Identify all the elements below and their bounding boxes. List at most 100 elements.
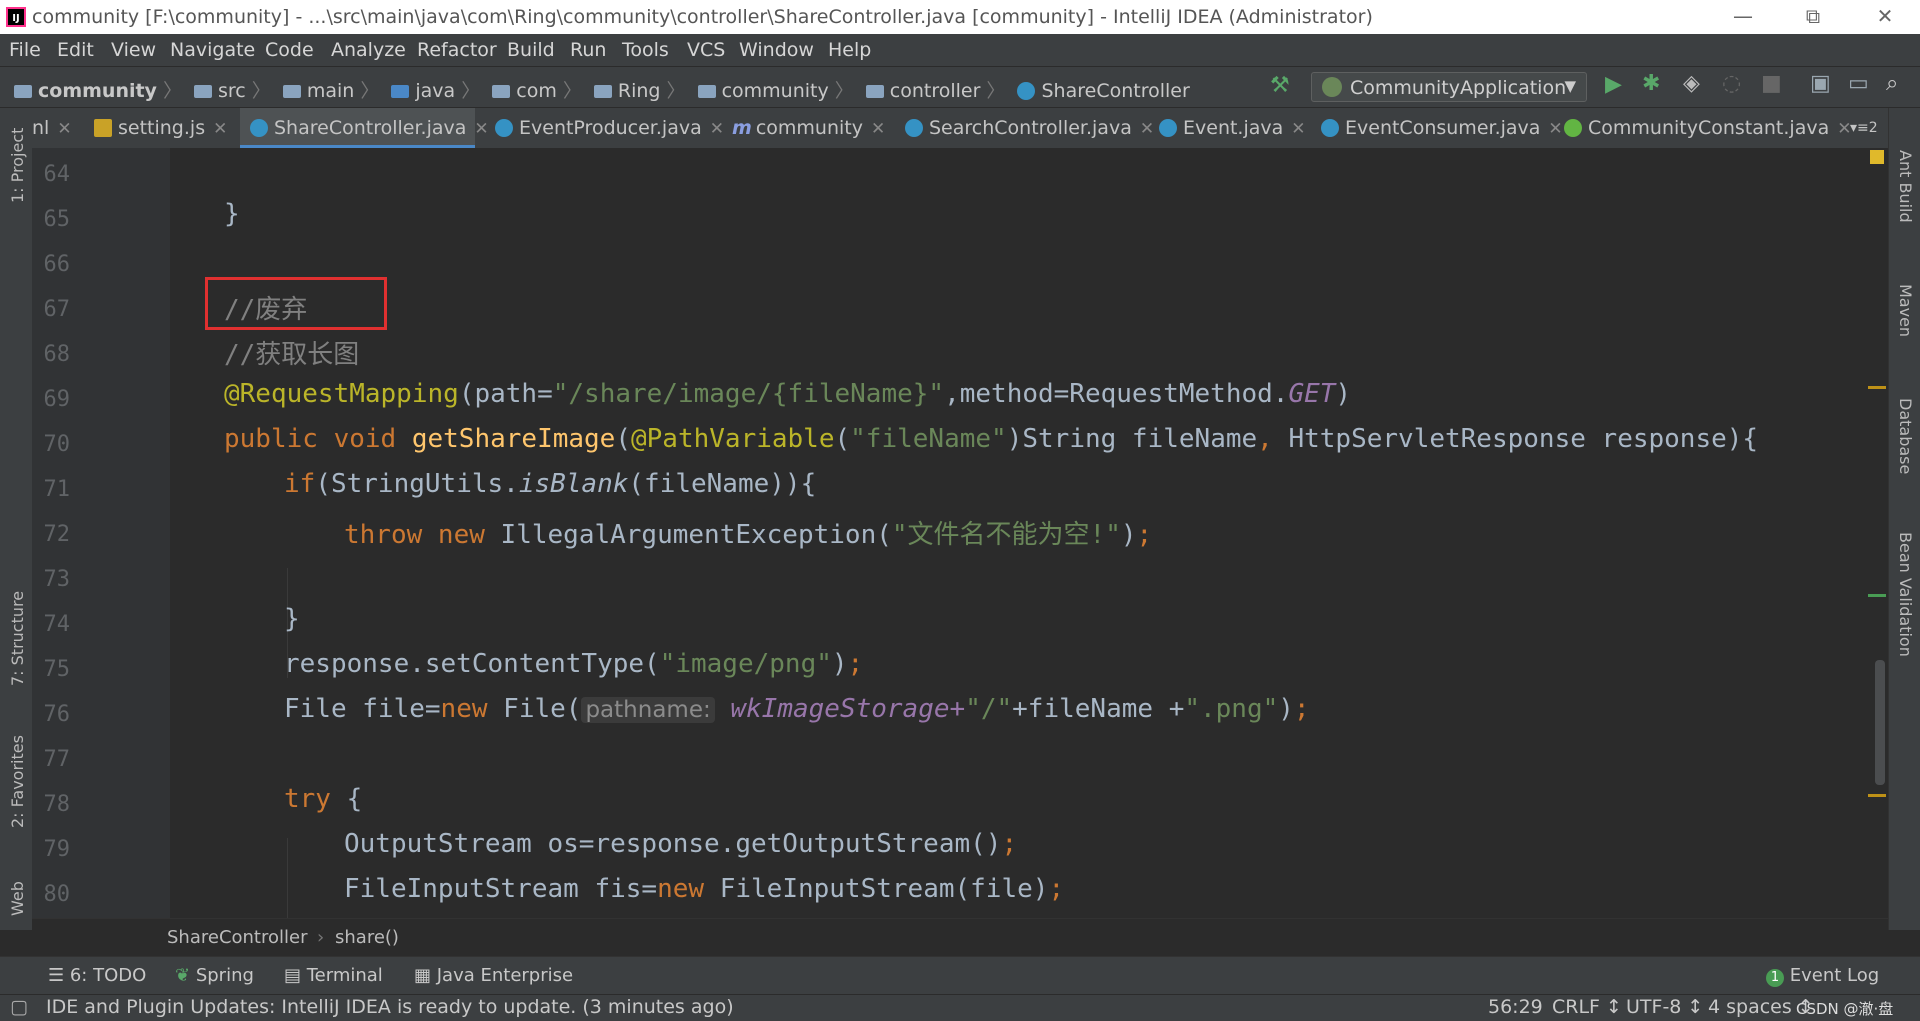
- breadcrumb-item-controller[interactable]: controller: [890, 80, 981, 102]
- close-icon[interactable]: ✕: [710, 119, 724, 139]
- tab-community[interactable]: m community ✕: [732, 108, 885, 148]
- code-line-76: File file=new File(pathname: wkImageStor…: [284, 694, 1310, 724]
- file-encoding[interactable]: UTF-8 ↕: [1626, 996, 1703, 1018]
- tab-sharecontroller[interactable]: ShareController.java ✕: [240, 108, 489, 148]
- close-button[interactable]: ✕: [1850, 0, 1920, 34]
- line-number: 65: [43, 207, 71, 232]
- class-icon: [1321, 119, 1339, 137]
- class-icon: [905, 119, 923, 137]
- chevron-down-icon: ▼: [1564, 77, 1576, 95]
- tool-project[interactable]: 1: Project: [8, 128, 27, 203]
- tool-todo[interactable]: ☰ 6: TODO: [48, 965, 146, 986]
- close-icon[interactable]: ✕: [1140, 119, 1154, 139]
- search-icon[interactable]: ⌕: [1886, 71, 1898, 96]
- coverage-icon[interactable]: ◈: [1683, 71, 1700, 96]
- breadcrumb-item-src[interactable]: src: [218, 80, 246, 102]
- tabs-overflow-button[interactable]: ▾≡2: [1850, 108, 1878, 148]
- menu-navigate[interactable]: Navigate: [170, 39, 255, 61]
- close-icon[interactable]: ✕: [213, 119, 227, 139]
- line-separator[interactable]: CRLF ↕: [1552, 996, 1622, 1018]
- tool-terminal[interactable]: ▤ Terminal: [284, 965, 383, 986]
- line-number: 69: [43, 387, 71, 412]
- breadcrumb-item-main[interactable]: main: [307, 80, 354, 102]
- tool-java-enterprise[interactable]: ▦ Java Enterprise: [414, 965, 573, 986]
- menu-analyze[interactable]: Analyze: [331, 39, 406, 61]
- project-structure-icon[interactable]: ▣: [1810, 71, 1831, 96]
- tool-structure[interactable]: 7: Structure: [8, 591, 27, 686]
- menu-code[interactable]: Code: [265, 39, 314, 61]
- breadcrumb-item-ring[interactable]: Ring: [618, 80, 661, 102]
- toggle-tool-windows-icon[interactable]: ▢: [10, 996, 28, 1018]
- interface-icon: [1564, 119, 1582, 137]
- breadcrumb-item-community[interactable]: community: [38, 80, 157, 102]
- tab-searchcontroller[interactable]: SearchController.java ✕: [905, 108, 1154, 148]
- close-icon[interactable]: ✕: [57, 119, 71, 139]
- tool-bean-validation[interactable]: Bean Validation: [1896, 532, 1915, 657]
- warning-indicator-icon[interactable]: [1870, 150, 1884, 164]
- code-line-69: @RequestMapping(path="/share/image/{file…: [224, 379, 1352, 409]
- breadcrumb-class[interactable]: ShareController: [167, 927, 307, 948]
- line-number: 74: [43, 612, 71, 637]
- menu-file[interactable]: File: [9, 39, 41, 61]
- tab-event[interactable]: Event.java ✕: [1159, 108, 1306, 148]
- build-hammer-icon[interactable]: ⚒: [1270, 73, 1290, 98]
- close-icon[interactable]: ✕: [474, 119, 488, 139]
- error-stripe-mark[interactable]: [1868, 594, 1886, 597]
- menu-vcs[interactable]: VCS: [687, 39, 725, 61]
- code-line-71: if(StringUtils.isBlank(fileName)){: [284, 469, 817, 499]
- presentation-icon[interactable]: ▭: [1848, 71, 1869, 96]
- class-icon: [495, 119, 513, 137]
- vertical-scrollbar[interactable]: [1875, 660, 1885, 785]
- tool-favorites[interactable]: 2: Favorites: [8, 735, 27, 828]
- line-number: 68: [43, 342, 71, 367]
- menu-help[interactable]: Help: [828, 39, 871, 61]
- tool-maven[interactable]: Maven: [1896, 284, 1915, 337]
- breadcrumb-item-com[interactable]: com: [516, 80, 557, 102]
- restore-button[interactable]: ⧉: [1778, 0, 1848, 34]
- code-line-70: public void getShareImage(@PathVariable(…: [224, 424, 1759, 454]
- status-message[interactable]: IDE and Plugin Updates: IntelliJ IDEA is…: [46, 996, 734, 1018]
- package-icon: [865, 85, 884, 98]
- minimize-button[interactable]: —: [1708, 0, 1778, 34]
- breadcrumb-item-java[interactable]: java: [415, 80, 455, 102]
- folder-icon: [194, 85, 213, 98]
- menu-build[interactable]: Build: [507, 39, 555, 61]
- stop-icon[interactable]: ■: [1761, 71, 1782, 96]
- debug-icon[interactable]: ✱: [1642, 71, 1660, 96]
- tool-spring[interactable]: ❦ Spring: [175, 965, 254, 986]
- tab-nl[interactable]: nl ✕: [32, 108, 80, 148]
- code-line-79: OutputStream os=response.getOutputStream…: [344, 829, 1018, 859]
- code-editor[interactable]: } //废弃 //获取长图 @RequestMapping(path="/sha…: [170, 148, 1888, 918]
- java-enterprise-icon: ▦: [414, 965, 437, 986]
- title-bar: IJ community [F:\community] - ...\src\ma…: [0, 0, 1920, 34]
- editor-tab-bar: nl ✕ setting.js ✕ ShareController.java ✕ Ev…: [32, 108, 1888, 149]
- run-icon[interactable]: ▶: [1605, 72, 1622, 97]
- menu-run[interactable]: Run: [570, 39, 606, 61]
- package-icon: [492, 85, 511, 98]
- tool-database[interactable]: Database: [1896, 398, 1915, 474]
- tool-event-log[interactable]: 1 Event Log: [1766, 965, 1879, 987]
- bottom-tool-bar: ☰ 6: TODO ❦ Spring ▤ Terminal ▦ Java Ent…: [0, 956, 1920, 995]
- window-title: community [F:\community] - ...\src\main\…: [32, 6, 1373, 28]
- profile-icon[interactable]: ◌: [1722, 71, 1741, 96]
- tab-eventproducer[interactable]: EventProducer.java ✕: [495, 108, 724, 148]
- tab-eventconsumer[interactable]: EventConsumer.java ✕: [1321, 108, 1563, 148]
- tool-web[interactable]: Web: [8, 881, 27, 916]
- run-configuration-select[interactable]: CommunityApplication ▼: [1311, 72, 1587, 102]
- tool-ant-build[interactable]: Ant Build: [1896, 150, 1915, 223]
- breadcrumb-method[interactable]: share(): [335, 927, 399, 948]
- tab-communityconstant[interactable]: CommunityConstant.java ✕: [1564, 108, 1851, 148]
- close-icon[interactable]: ✕: [1548, 119, 1562, 139]
- breadcrumb-item-community-pkg[interactable]: community: [722, 80, 829, 102]
- menu-view[interactable]: View: [111, 39, 156, 61]
- menu-refactor[interactable]: Refactor: [417, 39, 497, 61]
- menu-edit[interactable]: Edit: [57, 39, 94, 61]
- menu-tools[interactable]: Tools: [622, 39, 669, 61]
- error-stripe-mark[interactable]: [1868, 386, 1886, 389]
- close-icon[interactable]: ✕: [871, 119, 885, 139]
- error-stripe-mark[interactable]: [1868, 794, 1886, 797]
- caret-position[interactable]: 56:29: [1488, 996, 1543, 1018]
- menu-window[interactable]: Window: [739, 39, 814, 61]
- breadcrumb-item-sharecontroller[interactable]: ShareController: [1041, 80, 1189, 102]
- close-icon[interactable]: ✕: [1291, 119, 1305, 139]
